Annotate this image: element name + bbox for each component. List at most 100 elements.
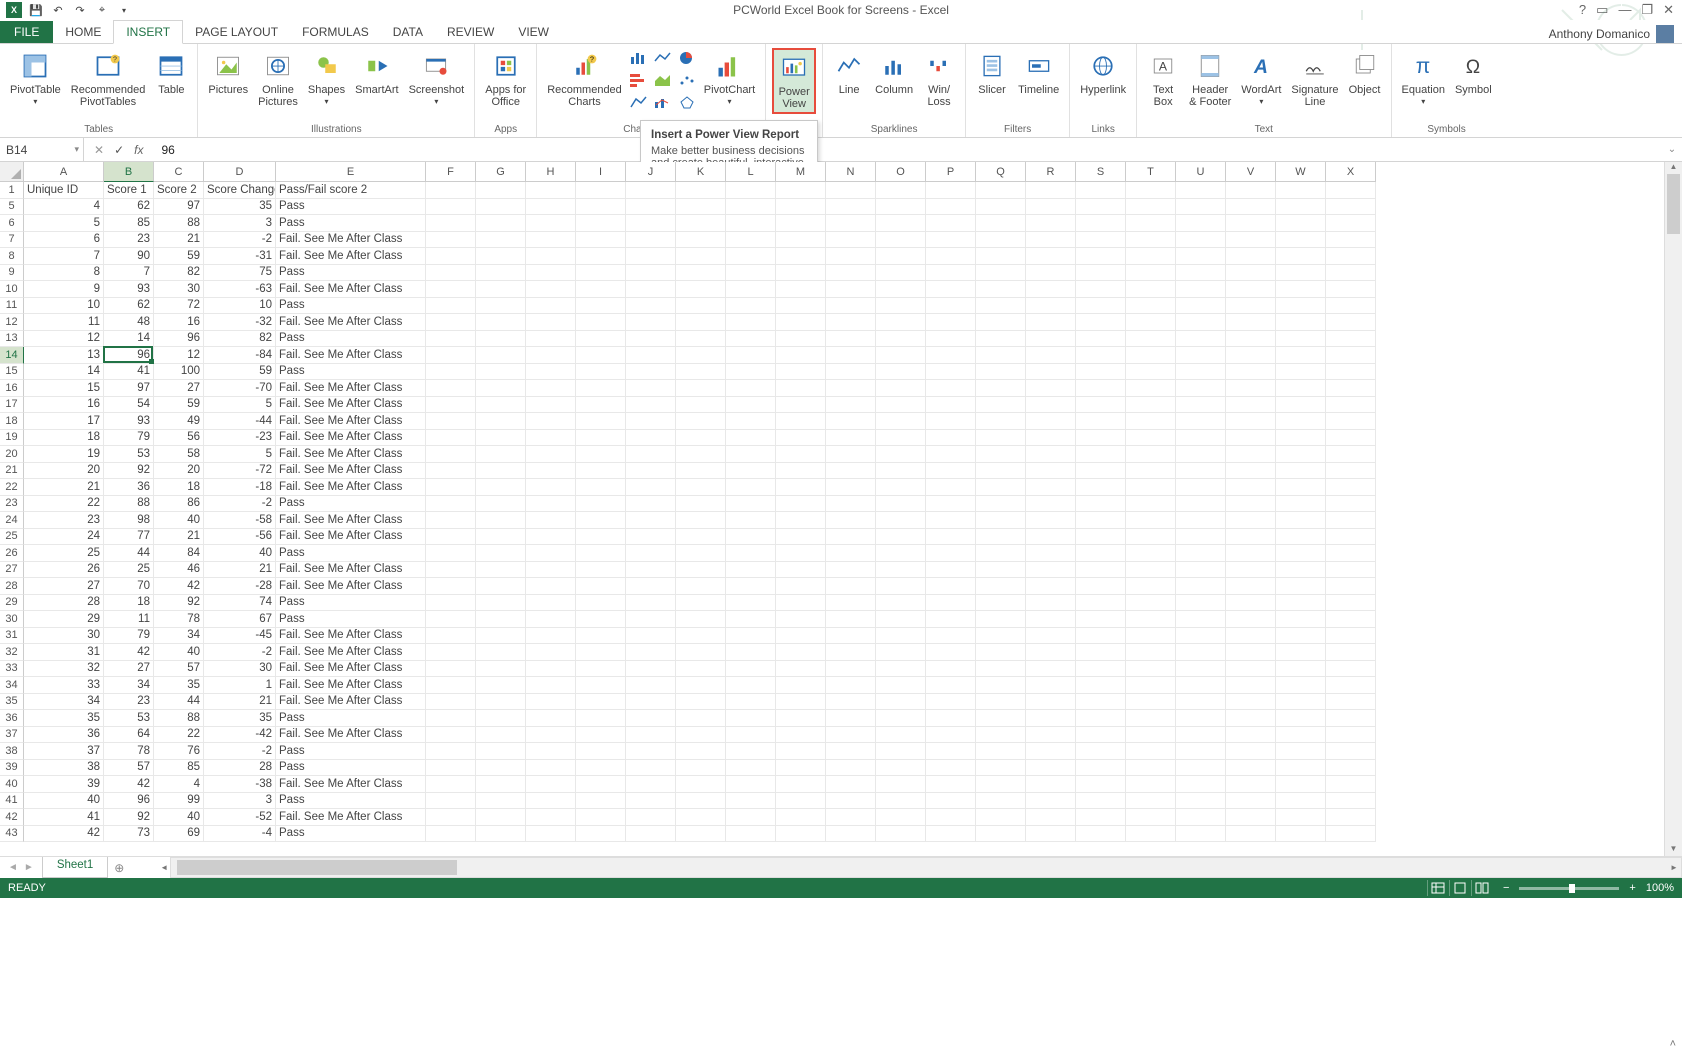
- cell[interactable]: Pass: [276, 199, 426, 216]
- cell[interactable]: [576, 677, 626, 694]
- cell[interactable]: Fail. See Me After Class: [276, 727, 426, 744]
- cell[interactable]: [926, 496, 976, 513]
- column-header[interactable]: M: [776, 162, 826, 182]
- cell[interactable]: 22: [24, 496, 104, 513]
- cell[interactable]: [776, 529, 826, 546]
- cell[interactable]: [776, 397, 826, 414]
- user-name[interactable]: Anthony Domanico: [1549, 27, 1650, 41]
- cell[interactable]: [576, 743, 626, 760]
- cell[interactable]: [776, 611, 826, 628]
- cell[interactable]: [926, 727, 976, 744]
- cell[interactable]: Fail. See Me After Class: [276, 380, 426, 397]
- cell[interactable]: [626, 727, 676, 744]
- cell[interactable]: [626, 578, 676, 595]
- cell[interactable]: [676, 826, 726, 843]
- cell[interactable]: 11: [104, 611, 154, 628]
- cell[interactable]: [676, 578, 726, 595]
- cell[interactable]: [1276, 413, 1326, 430]
- cell[interactable]: -2: [204, 232, 276, 249]
- cell[interactable]: 46: [154, 562, 204, 579]
- cell[interactable]: [476, 413, 526, 430]
- cell[interactable]: [476, 826, 526, 843]
- cell[interactable]: [476, 793, 526, 810]
- cell[interactable]: [776, 265, 826, 282]
- cell[interactable]: [826, 545, 876, 562]
- cell[interactable]: [576, 694, 626, 711]
- cell[interactable]: [626, 215, 676, 232]
- cell[interactable]: [826, 776, 876, 793]
- cell[interactable]: [476, 298, 526, 315]
- cell[interactable]: [876, 430, 926, 447]
- row-header[interactable]: 19: [0, 430, 24, 447]
- cell[interactable]: [1176, 430, 1226, 447]
- cell[interactable]: [1176, 397, 1226, 414]
- cell[interactable]: [926, 298, 976, 315]
- cell[interactable]: [1026, 677, 1076, 694]
- cell[interactable]: [1126, 446, 1176, 463]
- cell[interactable]: [1126, 413, 1176, 430]
- cell[interactable]: [976, 380, 1026, 397]
- cell[interactable]: [1276, 215, 1326, 232]
- cell[interactable]: Pass: [276, 611, 426, 628]
- column-header[interactable]: O: [876, 162, 926, 182]
- cell[interactable]: [676, 743, 726, 760]
- cell[interactable]: [1126, 248, 1176, 265]
- cell[interactable]: 14: [24, 364, 104, 381]
- cell[interactable]: 77: [104, 529, 154, 546]
- cell[interactable]: [1326, 760, 1376, 777]
- cell[interactable]: [976, 430, 1026, 447]
- cell[interactable]: [776, 826, 826, 843]
- cell[interactable]: [926, 661, 976, 678]
- column-header[interactable]: S: [1076, 162, 1126, 182]
- column-header[interactable]: G: [476, 162, 526, 182]
- expand-formula-bar-icon[interactable]: ⌄: [1662, 144, 1682, 155]
- cell[interactable]: [476, 628, 526, 645]
- cell[interactable]: 92: [104, 463, 154, 480]
- cell[interactable]: [976, 661, 1026, 678]
- cell[interactable]: [1226, 182, 1276, 199]
- cell[interactable]: [1226, 397, 1276, 414]
- cell[interactable]: [1126, 760, 1176, 777]
- cell[interactable]: [626, 760, 676, 777]
- cell[interactable]: [676, 298, 726, 315]
- cell[interactable]: [1026, 776, 1076, 793]
- cell[interactable]: [876, 611, 926, 628]
- cell[interactable]: [576, 413, 626, 430]
- undo-icon[interactable]: ↶: [50, 2, 66, 18]
- cell[interactable]: [426, 248, 476, 265]
- cell[interactable]: Fail. See Me After Class: [276, 347, 426, 364]
- cell[interactable]: [776, 661, 826, 678]
- vscroll-thumb[interactable]: [1667, 174, 1680, 234]
- row-header[interactable]: 41: [0, 793, 24, 810]
- cell[interactable]: [1176, 760, 1226, 777]
- cell[interactable]: [676, 496, 726, 513]
- cell[interactable]: [976, 397, 1026, 414]
- cell[interactable]: Pass: [276, 331, 426, 348]
- cell[interactable]: [576, 545, 626, 562]
- cell[interactable]: [1326, 199, 1376, 216]
- row-header[interactable]: 21: [0, 463, 24, 480]
- cell[interactable]: [626, 248, 676, 265]
- cell[interactable]: [1076, 578, 1126, 595]
- cell[interactable]: [726, 380, 776, 397]
- cell[interactable]: [1026, 182, 1076, 199]
- cell[interactable]: [526, 380, 576, 397]
- cell[interactable]: [526, 529, 576, 546]
- cell[interactable]: [476, 529, 526, 546]
- cell[interactable]: [1076, 397, 1126, 414]
- cell[interactable]: [526, 314, 576, 331]
- cell[interactable]: Fail. See Me After Class: [276, 314, 426, 331]
- cell[interactable]: [1176, 727, 1226, 744]
- cell[interactable]: [626, 710, 676, 727]
- cell[interactable]: [1026, 809, 1076, 826]
- cell[interactable]: [926, 380, 976, 397]
- cell[interactable]: [1226, 776, 1276, 793]
- cell[interactable]: [1026, 496, 1076, 513]
- row-header[interactable]: 5: [0, 199, 24, 216]
- cell[interactable]: [776, 430, 826, 447]
- cell[interactable]: [876, 182, 926, 199]
- row-header[interactable]: 11: [0, 298, 24, 315]
- cell[interactable]: [1226, 545, 1276, 562]
- shapes-button[interactable]: Shapes▾: [304, 48, 349, 109]
- header-footer-button[interactable]: Header & Footer: [1185, 48, 1235, 110]
